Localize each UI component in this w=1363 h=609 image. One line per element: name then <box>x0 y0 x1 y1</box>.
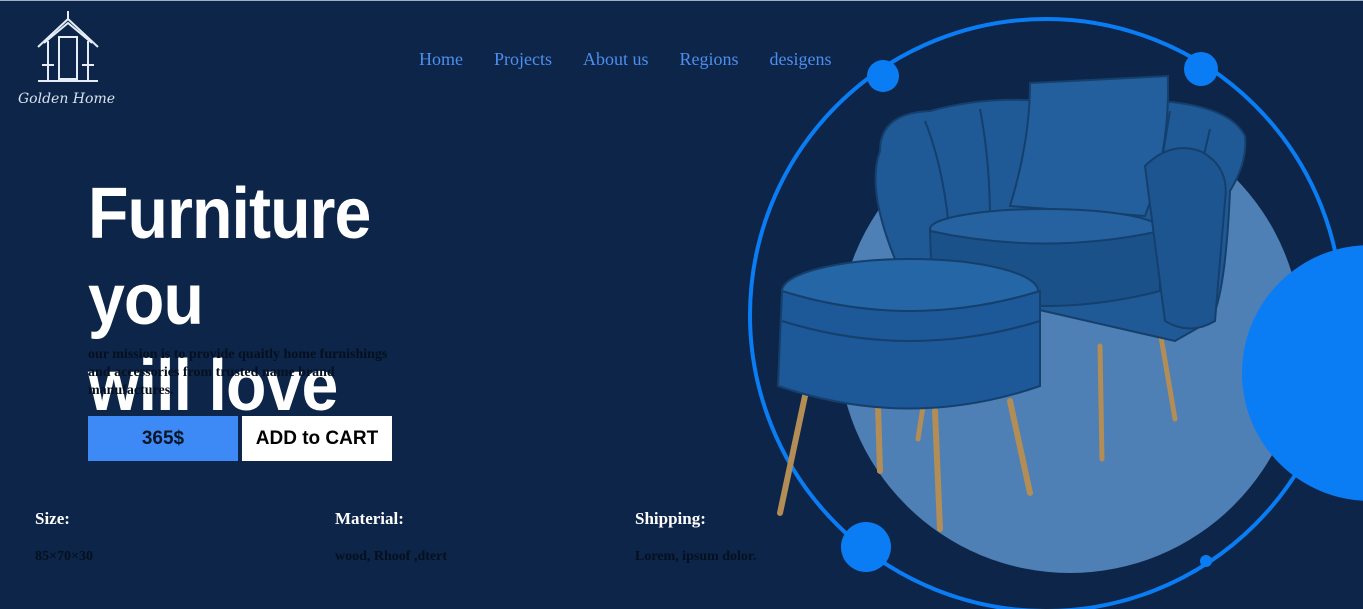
orbit-dot-1 <box>867 60 899 92</box>
nav-projects[interactable]: Projects <box>494 49 552 70</box>
main-nav: Home Projects About us Regions desigens <box>419 49 832 70</box>
spec-shipping-value: Lorem, ipsum dolor. <box>635 549 757 564</box>
spec-material: Material: wood, Rhoof ,dtert <box>335 509 447 565</box>
orbit-dot-3 <box>841 522 891 572</box>
hero-title-line-1: Furniture you <box>88 174 371 340</box>
brand-logo[interactable]: Golden Home <box>8 9 138 109</box>
mission-text: our mission is to provide quaitly home f… <box>88 347 388 398</box>
spec-material-label: Material: <box>335 509 404 528</box>
nav-home[interactable]: Home <box>419 49 463 70</box>
spec-material-value: wood, Rhoof ,dtert <box>335 549 447 564</box>
price-button[interactable]: 365$ <box>88 416 238 461</box>
add-to-cart-button[interactable]: ADD to CART <box>242 416 392 461</box>
spec-size: Size: 85×70×30 <box>35 509 93 565</box>
orbit-dot-4 <box>1200 555 1212 567</box>
nav-regions[interactable]: Regions <box>680 49 739 70</box>
spec-size-value: 85×70×30 <box>35 549 93 564</box>
spec-shipping-label: Shipping: <box>635 509 706 528</box>
spec-size-label: Size: <box>35 509 70 528</box>
nav-about-us[interactable]: About us <box>583 49 649 70</box>
accent-half-circle <box>1242 245 1363 501</box>
armchair-with-ottoman-image[interactable] <box>776 74 1247 532</box>
nav-designs[interactable]: desigens <box>770 49 832 70</box>
logo-text: Golden Home <box>18 91 116 107</box>
orbit-dot-2 <box>1184 52 1218 86</box>
spec-shipping: Shipping: Lorem, ipsum dolor. <box>635 509 756 565</box>
